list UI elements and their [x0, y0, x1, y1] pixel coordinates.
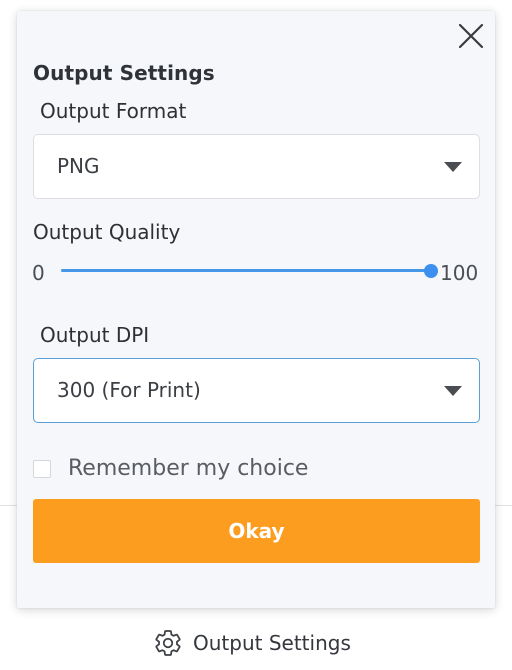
output-settings-dialog: Output Settings Output Format PNG Output… [17, 11, 495, 608]
output-quality-slider[interactable] [61, 259, 438, 283]
close-icon [458, 23, 484, 49]
okay-button[interactable]: Okay [33, 499, 480, 563]
output-dpi-label: Output DPI [40, 323, 150, 347]
slider-fill [61, 269, 431, 272]
output-dpi-select[interactable]: 300 (For Print) [33, 358, 480, 423]
output-settings-trigger-label: Output Settings [193, 631, 351, 655]
gear-icon [155, 630, 181, 656]
output-dpi-value: 300 (For Print) [57, 378, 201, 402]
quality-min-label: 0 [32, 261, 45, 285]
output-format-select[interactable]: PNG [33, 134, 480, 199]
chevron-down-icon [444, 386, 462, 396]
close-button[interactable] [457, 22, 485, 50]
remember-choice-checkbox[interactable] [33, 460, 51, 478]
output-quality-label: Output Quality [33, 220, 181, 244]
dialog-title: Output Settings [33, 61, 215, 85]
chevron-down-icon [444, 162, 462, 172]
page: Output Settings Output Format PNG Output… [0, 0, 512, 670]
output-format-label: Output Format [40, 99, 187, 123]
output-format-value: PNG [57, 154, 100, 178]
slider-thumb[interactable] [424, 264, 438, 278]
remember-choice-label: Remember my choice [68, 456, 309, 481]
quality-max-label: 100 [440, 261, 479, 285]
